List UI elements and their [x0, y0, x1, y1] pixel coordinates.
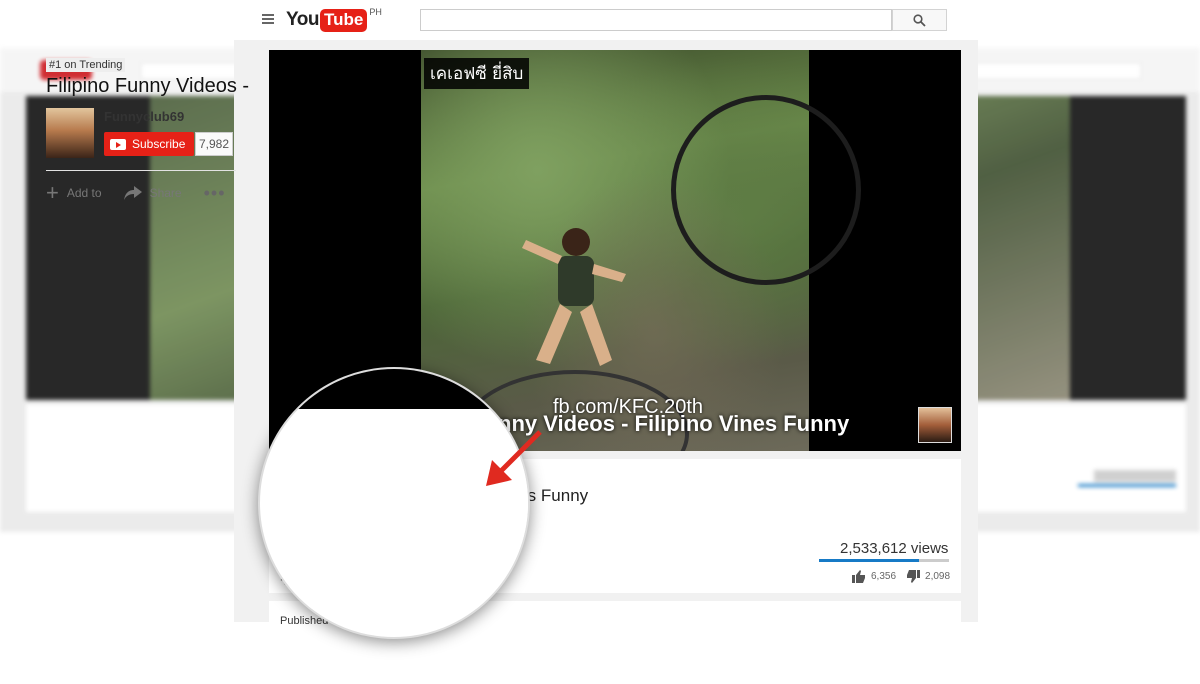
- channel-thumbnail[interactable]: [918, 407, 952, 443]
- share-label: Share: [149, 186, 182, 200]
- magnifier-player-strip: [260, 369, 528, 409]
- share-button[interactable]: Share: [123, 186, 182, 200]
- like-ratio-bar: [819, 559, 949, 562]
- channel-avatar[interactable]: [46, 108, 94, 158]
- action-bar: + Add to Share •••: [46, 180, 248, 206]
- more-button[interactable]: •••: [204, 183, 226, 204]
- plus-icon: +: [46, 180, 59, 205]
- video-overlay-text: เคเอฟซี ยี่สิบ: [424, 58, 530, 89]
- bicycle-wheel-image: [671, 95, 861, 285]
- subscriber-count: 7,982: [195, 132, 233, 156]
- person-image: [522, 228, 626, 366]
- logo-you-text: You: [286, 9, 319, 30]
- divider: [46, 170, 236, 171]
- magnifier-callout: [258, 367, 530, 639]
- like-dislike-group: 6,356 2,098: [852, 570, 960, 583]
- like-ratio-fill: [819, 559, 920, 562]
- share-arrow-icon: [123, 186, 142, 200]
- youtube-play-icon: [110, 138, 126, 150]
- channel-name[interactable]: Funnyclub69: [104, 109, 184, 124]
- country-code: PH: [369, 7, 382, 17]
- search-button[interactable]: [892, 9, 947, 31]
- red-pointer-arrow-icon: [486, 430, 542, 486]
- thumbs-down-icon[interactable]: [906, 570, 921, 583]
- magnified-video-title: Filipino Funny Videos -: [46, 75, 250, 97]
- dislike-count: 2,098: [925, 571, 951, 582]
- like-count: 6,356: [871, 571, 897, 582]
- logo-tube-text: Tube: [319, 8, 368, 32]
- youtube-logo[interactable]: You Tube PH: [286, 7, 382, 32]
- more-dots-icon: •••: [203, 182, 226, 203]
- add-to-label: Add to: [66, 186, 102, 200]
- view-count: 2,533,612 views: [840, 540, 949, 557]
- hamburger-menu-icon[interactable]: [262, 14, 274, 24]
- add-to-button[interactable]: + Add to: [46, 180, 102, 206]
- search-icon: [913, 13, 926, 27]
- trending-badge[interactable]: #1 on Trending: [46, 58, 126, 72]
- thumbs-up-icon[interactable]: [852, 570, 866, 583]
- subscribe-label: Subscribe: [132, 137, 186, 151]
- search-input[interactable]: [420, 9, 892, 31]
- subscribe-button[interactable]: Subscribe: [104, 132, 194, 156]
- player-title: nny Videos - Filipino Vines Funny: [498, 411, 850, 436]
